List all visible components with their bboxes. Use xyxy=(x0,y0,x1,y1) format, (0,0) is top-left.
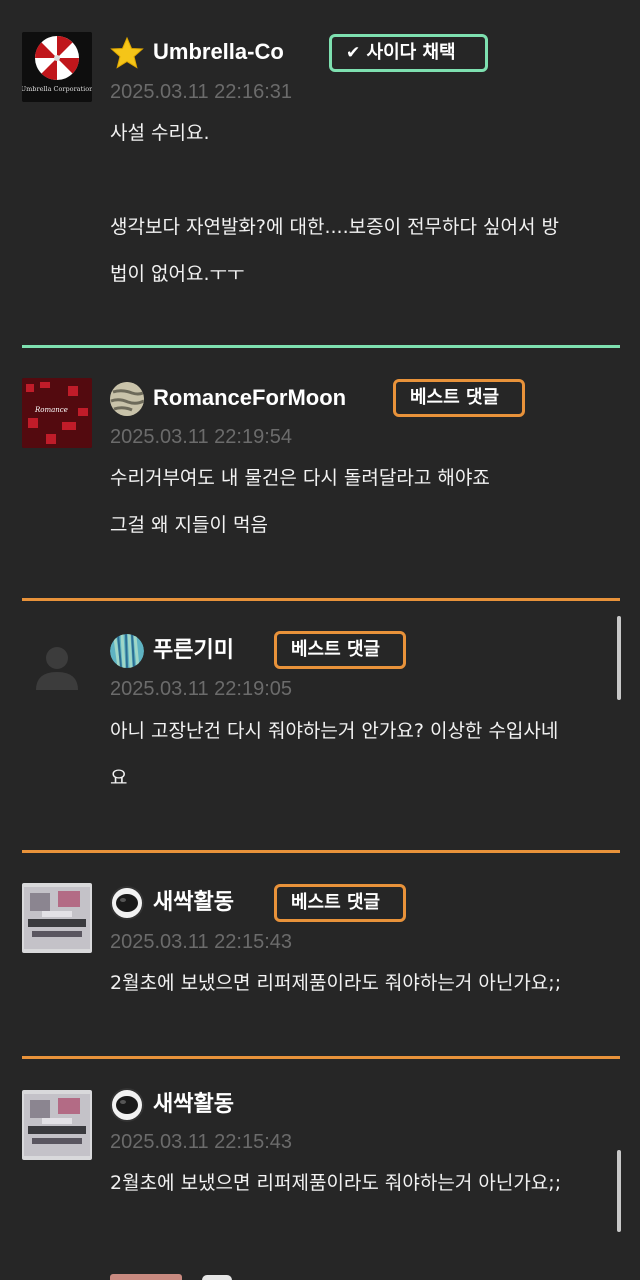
scrollbar[interactable] xyxy=(617,616,621,700)
nickname[interactable]: Umbrella-Co xyxy=(153,35,284,69)
star-icon xyxy=(110,36,144,70)
adopted-badge: ✔ 사이다 채택 xyxy=(329,34,488,72)
best-divider xyxy=(22,598,620,601)
avatar[interactable] xyxy=(110,1274,182,1280)
comment-body: 아니 고장난건 다시 줘야하는거 안가요? 이상한 수입사네 요 xyxy=(110,720,559,789)
avatar-image: Romance xyxy=(22,378,92,448)
tag-label: 사이다 채택 xyxy=(366,42,456,63)
tag-label: 베스트 댓글 xyxy=(410,387,500,408)
astronaut-icon xyxy=(110,886,144,920)
comment-date: 2025.03.11 22:16:31 xyxy=(110,81,293,103)
umbrella-logo-icon: Umbrella Corporation xyxy=(22,32,92,102)
accepted-divider xyxy=(22,345,620,348)
stripes-icon xyxy=(110,634,144,668)
comment-date: 2025.03.11 22:19:54 xyxy=(110,426,293,448)
best-comment-badge: 베스트 댓글 xyxy=(274,631,406,669)
best-comment-badge: 베스트 댓글 xyxy=(274,884,406,922)
best-divider xyxy=(22,850,620,853)
avatar[interactable] xyxy=(22,632,92,702)
avatar[interactable] xyxy=(22,883,92,953)
comment-date: 2025.03.11 22:15:43 xyxy=(110,931,293,953)
avatar[interactable]: Romance xyxy=(22,378,92,448)
badge-icon xyxy=(202,1275,232,1280)
tag-label: 베스트 댓글 xyxy=(291,639,381,660)
svg-text:Umbrella Corporation: Umbrella Corporation xyxy=(22,85,92,93)
moon-icon xyxy=(110,382,144,416)
svg-text:Romance: Romance xyxy=(34,406,68,414)
tag-label: 베스트 댓글 xyxy=(291,892,381,913)
comment-body: 2월초에 보냈으면 리퍼제품이라도 줘야하는거 아닌가요;; xyxy=(110,972,562,994)
comment-body: 2월초에 보냈으면 리퍼제품이라도 줘야하는거 아닌가요;; xyxy=(110,1172,562,1194)
avatar[interactable] xyxy=(22,1090,92,1160)
nickname[interactable]: 새싹활동 xyxy=(153,885,234,919)
default-user-icon xyxy=(22,632,92,702)
nickname[interactable]: 새싹활동 xyxy=(153,1087,234,1121)
best-divider xyxy=(22,1056,620,1059)
check-icon: ✔ xyxy=(346,43,361,63)
nickname[interactable]: 푸른기미 xyxy=(153,633,234,667)
nickname[interactable]: RomanceForMoon xyxy=(153,381,346,415)
avatar-image xyxy=(22,883,92,953)
avatar-image xyxy=(22,1090,92,1160)
comment-body: 사설 수리요. 생각보다 자연발화?에 대한....보증이 전무하다 싶어서 방… xyxy=(110,122,560,285)
comment-body: 수리거부여도 내 물건은 다시 돌려달라고 해야죠 그걸 왜 지들이 먹음 xyxy=(110,467,490,536)
best-comment-badge: 베스트 댓글 xyxy=(393,379,525,417)
scrollbar[interactable] xyxy=(617,1150,621,1232)
astronaut-icon xyxy=(110,1088,144,1122)
avatar[interactable]: Umbrella Corporation xyxy=(22,32,92,102)
comment-date: 2025.03.11 22:15:43 xyxy=(110,1131,293,1153)
comment-date: 2025.03.11 22:19:05 xyxy=(110,678,293,700)
